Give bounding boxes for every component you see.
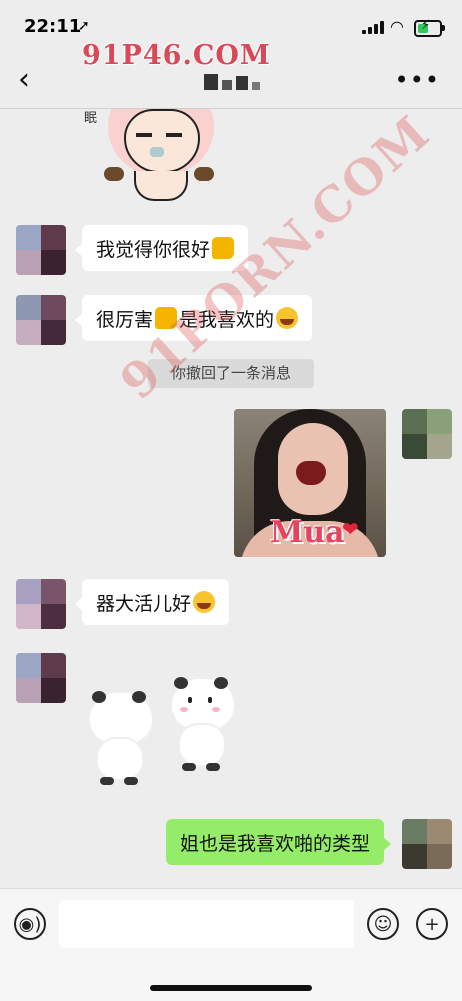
chat-title-obscured xyxy=(200,68,270,92)
avatar-self[interactable] xyxy=(402,819,452,869)
more-dots-icon[interactable]: ••• xyxy=(395,66,440,94)
voice-input-icon[interactable]: ◉) xyxy=(14,908,46,940)
cartoon-girl-sticker[interactable]: 眠 xyxy=(84,109,214,201)
sticker-partial-text: 眠 xyxy=(84,111,98,126)
avatar[interactable] xyxy=(16,653,66,703)
message-bubble-left[interactable]: 器大活儿好 xyxy=(74,579,230,625)
chevron-left-icon[interactable]: ‹ xyxy=(18,60,30,100)
chat-area[interactable]: 眠 我觉得你很好 很厉害 是我喜欢的 你撤回了一条消息 Mua ❤ 器大活儿好 … xyxy=(0,109,462,888)
message-bubble-right[interactable]: 姐也是我喜欢啪的类型 xyxy=(165,819,392,865)
message-text: 我觉得你很好 xyxy=(96,238,211,261)
input-bar: ◉) ☺ + xyxy=(0,888,462,1001)
emoji-smile-icon[interactable]: ☺ xyxy=(367,908,399,940)
location-arrow-icon: ➚ xyxy=(78,18,90,34)
status-time: 22:11 xyxy=(24,16,82,37)
laughing-face-icon xyxy=(193,591,216,613)
thumbs-up-icon xyxy=(212,237,235,259)
wifi-icon: ◠ xyxy=(390,17,404,36)
cellular-signal-icon xyxy=(362,20,384,34)
avatar[interactable] xyxy=(16,295,66,345)
image-message[interactable]: Mua ❤ xyxy=(234,409,386,557)
message-text: 很厉害 xyxy=(96,308,154,331)
laughing-face-icon xyxy=(276,307,299,329)
message-text: 姐也是我喜欢啪的类型 xyxy=(179,832,370,855)
plus-icon[interactable]: + xyxy=(416,908,448,940)
avatar[interactable] xyxy=(16,579,66,629)
image-caption: Mua xyxy=(270,515,345,550)
message-bubble-left[interactable]: 我觉得你很好 xyxy=(74,225,249,271)
heart-icon: ❤ xyxy=(342,517,359,541)
white-bear-sticker[interactable] xyxy=(82,675,236,795)
battery-charging-icon: ⚡ xyxy=(414,18,445,37)
message-text: 器大活儿好 xyxy=(96,592,192,615)
avatar[interactable] xyxy=(16,225,66,275)
avatar-self[interactable] xyxy=(402,409,452,459)
message-input[interactable] xyxy=(59,900,354,948)
home-indicator xyxy=(150,985,312,991)
watermark-text: 91P46.COM xyxy=(82,40,271,71)
